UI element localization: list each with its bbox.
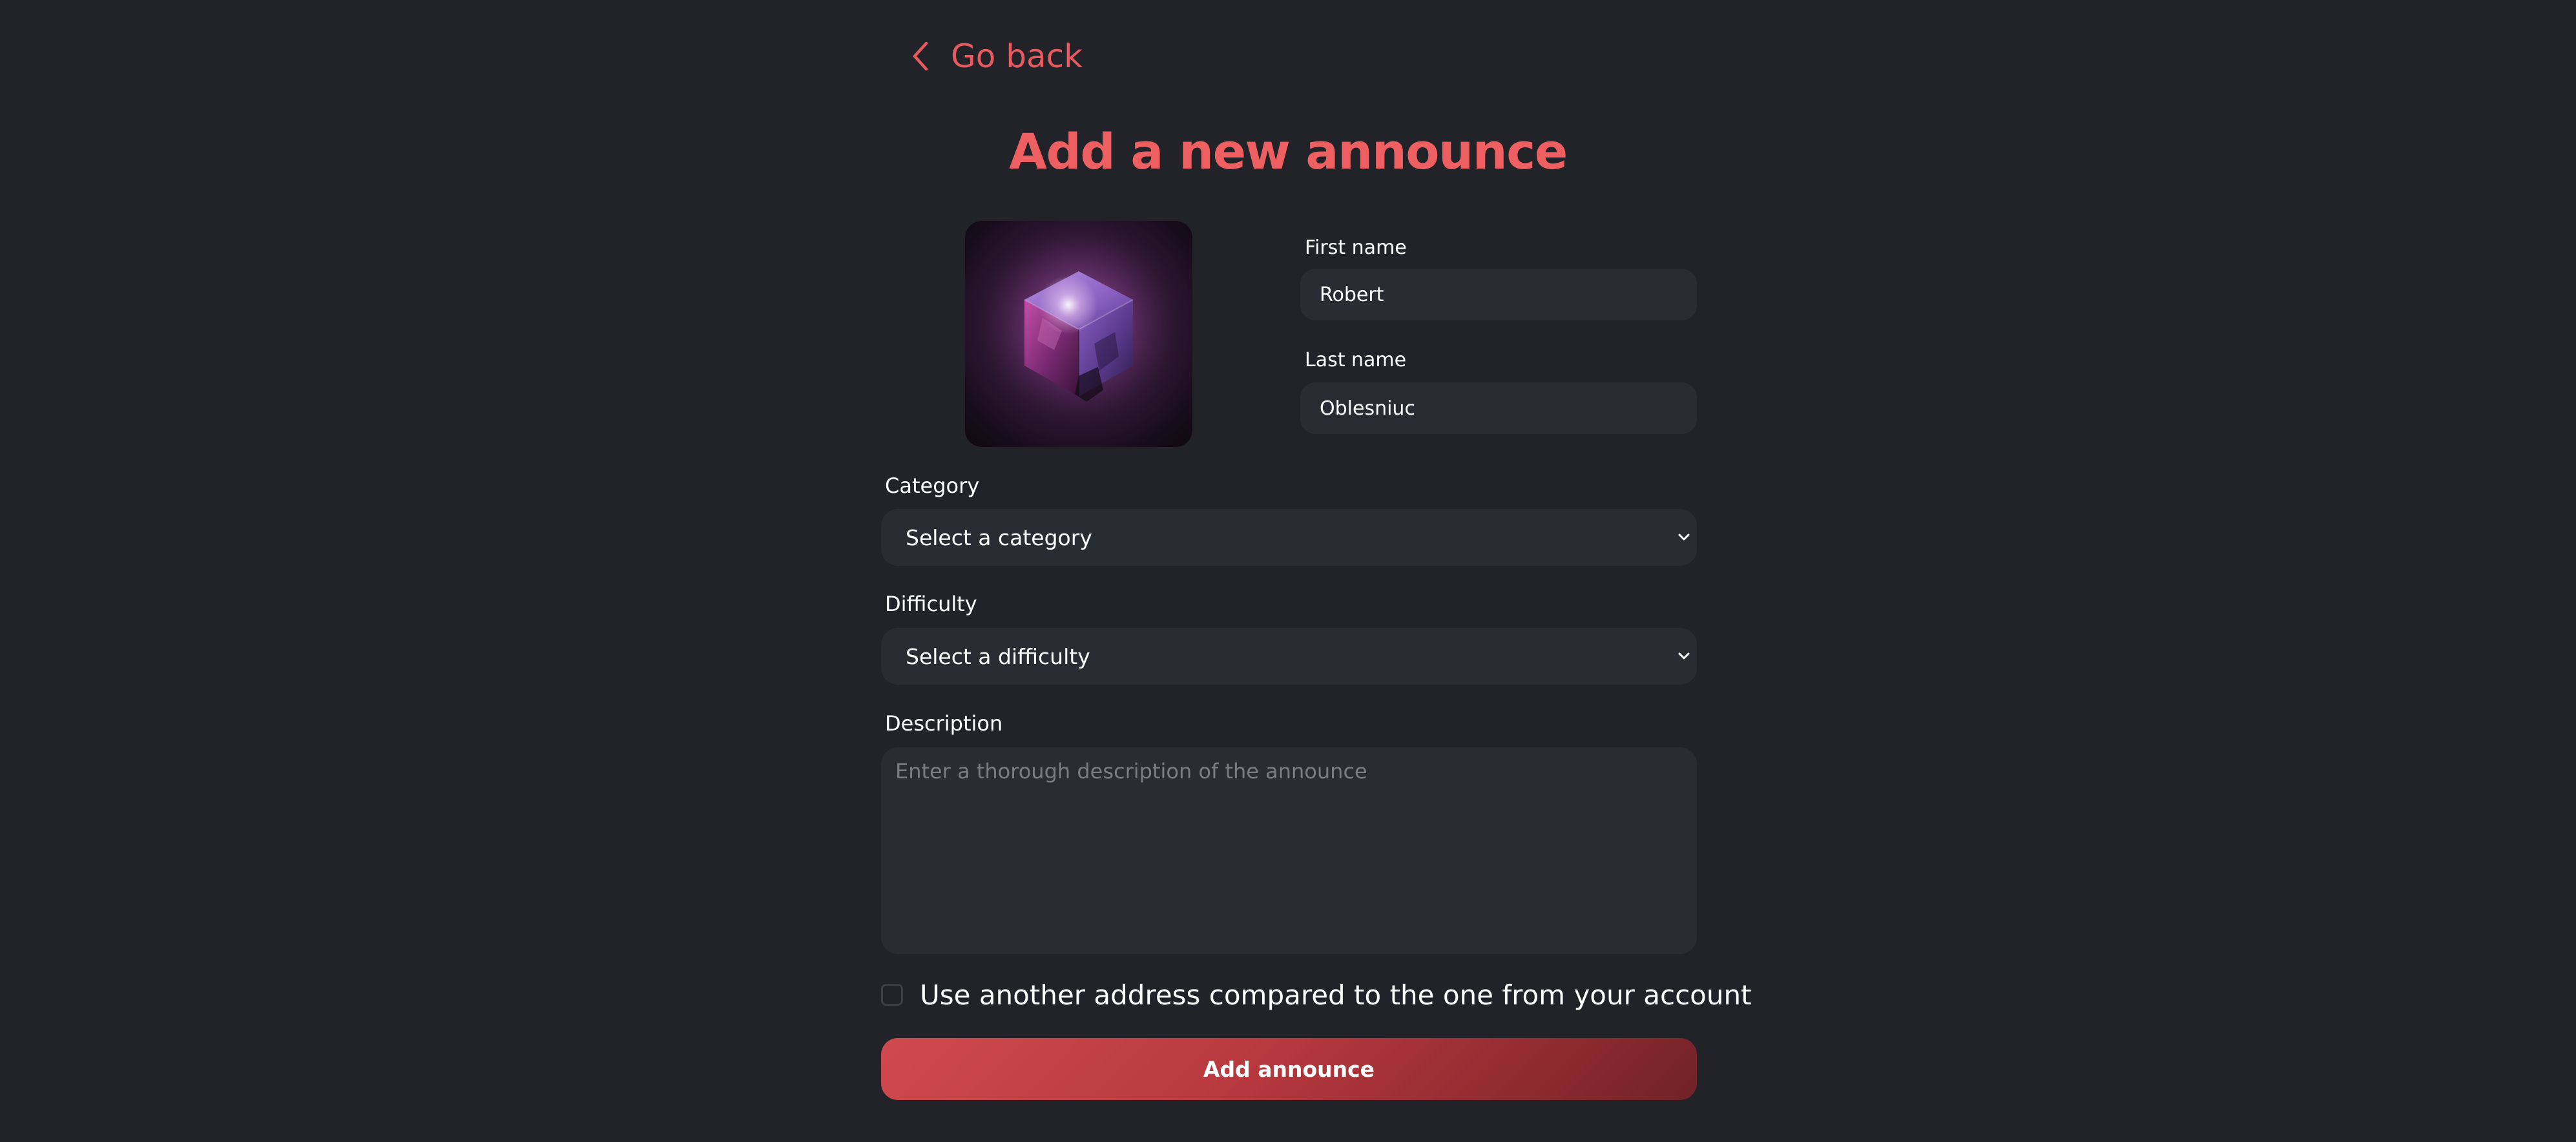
crystal-cube-image [965, 221, 1192, 447]
category-label: Category [885, 473, 980, 498]
chevron-down-icon [1675, 528, 1693, 546]
announce-image[interactable] [965, 221, 1192, 447]
alt-address-row[interactable]: Use another address compared to the one … [881, 977, 1752, 1013]
add-announce-button[interactable]: Add announce [881, 1038, 1697, 1100]
go-back-link[interactable]: Go back [911, 34, 1083, 79]
last-name-input[interactable] [1300, 382, 1697, 434]
category-select-value: Select a category [906, 524, 1092, 550]
alt-address-label[interactable]: Use another address compared to the one … [920, 979, 1752, 1011]
last-name-label: Last name [1305, 349, 1407, 371]
page-title: Add a new announce [1009, 123, 1568, 180]
difficulty-select[interactable]: Select a difficulty [881, 628, 1697, 685]
chevron-left-icon [911, 40, 937, 72]
category-select[interactable]: Select a category [881, 509, 1697, 566]
first-name-label: First name [1305, 236, 1407, 259]
alt-address-checkbox[interactable] [881, 984, 903, 1006]
description-label: Description [885, 711, 1003, 736]
go-back-label: Go back [951, 37, 1083, 75]
difficulty-select-value: Select a difficulty [906, 643, 1090, 669]
chevron-down-icon [1675, 647, 1693, 665]
description-textarea[interactable] [881, 747, 1697, 954]
first-name-input[interactable] [1300, 269, 1697, 320]
difficulty-label: Difficulty [885, 592, 977, 616]
